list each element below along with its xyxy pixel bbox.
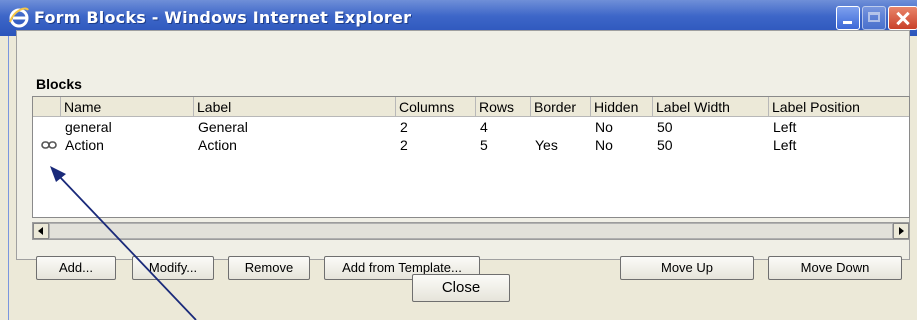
move-up-button[interactable]: Move Up	[620, 256, 754, 280]
scrollbar-thumb[interactable]	[49, 223, 893, 239]
column-header-rows[interactable]: Rows	[476, 97, 531, 117]
cell-label-position: Left	[773, 119, 797, 135]
cell-hidden: No	[595, 119, 613, 135]
cell-label: General	[198, 119, 248, 135]
blocks-group-title: Blocks	[36, 76, 82, 92]
cell-rows: 5	[480, 137, 488, 153]
column-header-label-position[interactable]: Label Position	[769, 97, 909, 117]
cell-label: Action	[198, 137, 237, 153]
cell-rows: 4	[480, 119, 488, 135]
table-row[interactable]: general General 2 4 No 50 Left	[33, 118, 909, 136]
add-button[interactable]: Add...	[36, 256, 116, 280]
column-header-hidden[interactable]: Hidden	[591, 97, 653, 117]
modify-button[interactable]: Modify...	[132, 256, 214, 280]
maximize-button[interactable]	[862, 6, 886, 30]
remove-button[interactable]: Remove	[228, 256, 310, 280]
cell-label-width: 50	[657, 119, 673, 135]
cell-border	[531, 118, 535, 136]
close-window-button[interactable]	[888, 6, 917, 30]
close-button[interactable]: Close	[412, 274, 510, 302]
internet-explorer-icon	[9, 7, 29, 28]
scroll-left-arrow-icon[interactable]	[33, 223, 49, 239]
blocks-table[interactable]: Name Label Columns Rows Border Hidden La…	[32, 96, 910, 218]
window-title: Form Blocks - Windows Internet Explorer	[34, 8, 412, 27]
move-down-button[interactable]: Move Down	[768, 256, 902, 280]
column-header-label[interactable]: Label	[194, 97, 396, 117]
cell-hidden: No	[595, 137, 613, 153]
ie-window: Form Blocks - Windows Internet Explorer …	[0, 0, 917, 320]
cell-columns: 2	[400, 137, 408, 153]
column-header-name[interactable]: Name	[61, 97, 194, 117]
link-icon	[41, 141, 57, 149]
cell-border: Yes	[535, 137, 558, 153]
column-header-columns[interactable]: Columns	[396, 97, 476, 117]
cell-label-width: 50	[657, 137, 673, 153]
cell-label-position: Left	[773, 137, 797, 153]
column-header-label-width[interactable]: Label Width	[653, 97, 769, 117]
minimize-button[interactable]	[836, 6, 860, 30]
cell-columns: 2	[400, 119, 408, 135]
cell-name: general	[65, 119, 112, 135]
table-row[interactable]: Action Action 2 5 Yes No 50 Left	[33, 136, 909, 154]
column-header-icon	[33, 97, 61, 117]
table-header: Name Label Columns Rows Border Hidden La…	[33, 97, 909, 117]
horizontal-scrollbar[interactable]	[32, 222, 910, 240]
cell-name: Action	[65, 137, 104, 153]
scroll-right-arrow-icon[interactable]	[893, 223, 909, 239]
column-header-border[interactable]: Border	[531, 97, 591, 117]
